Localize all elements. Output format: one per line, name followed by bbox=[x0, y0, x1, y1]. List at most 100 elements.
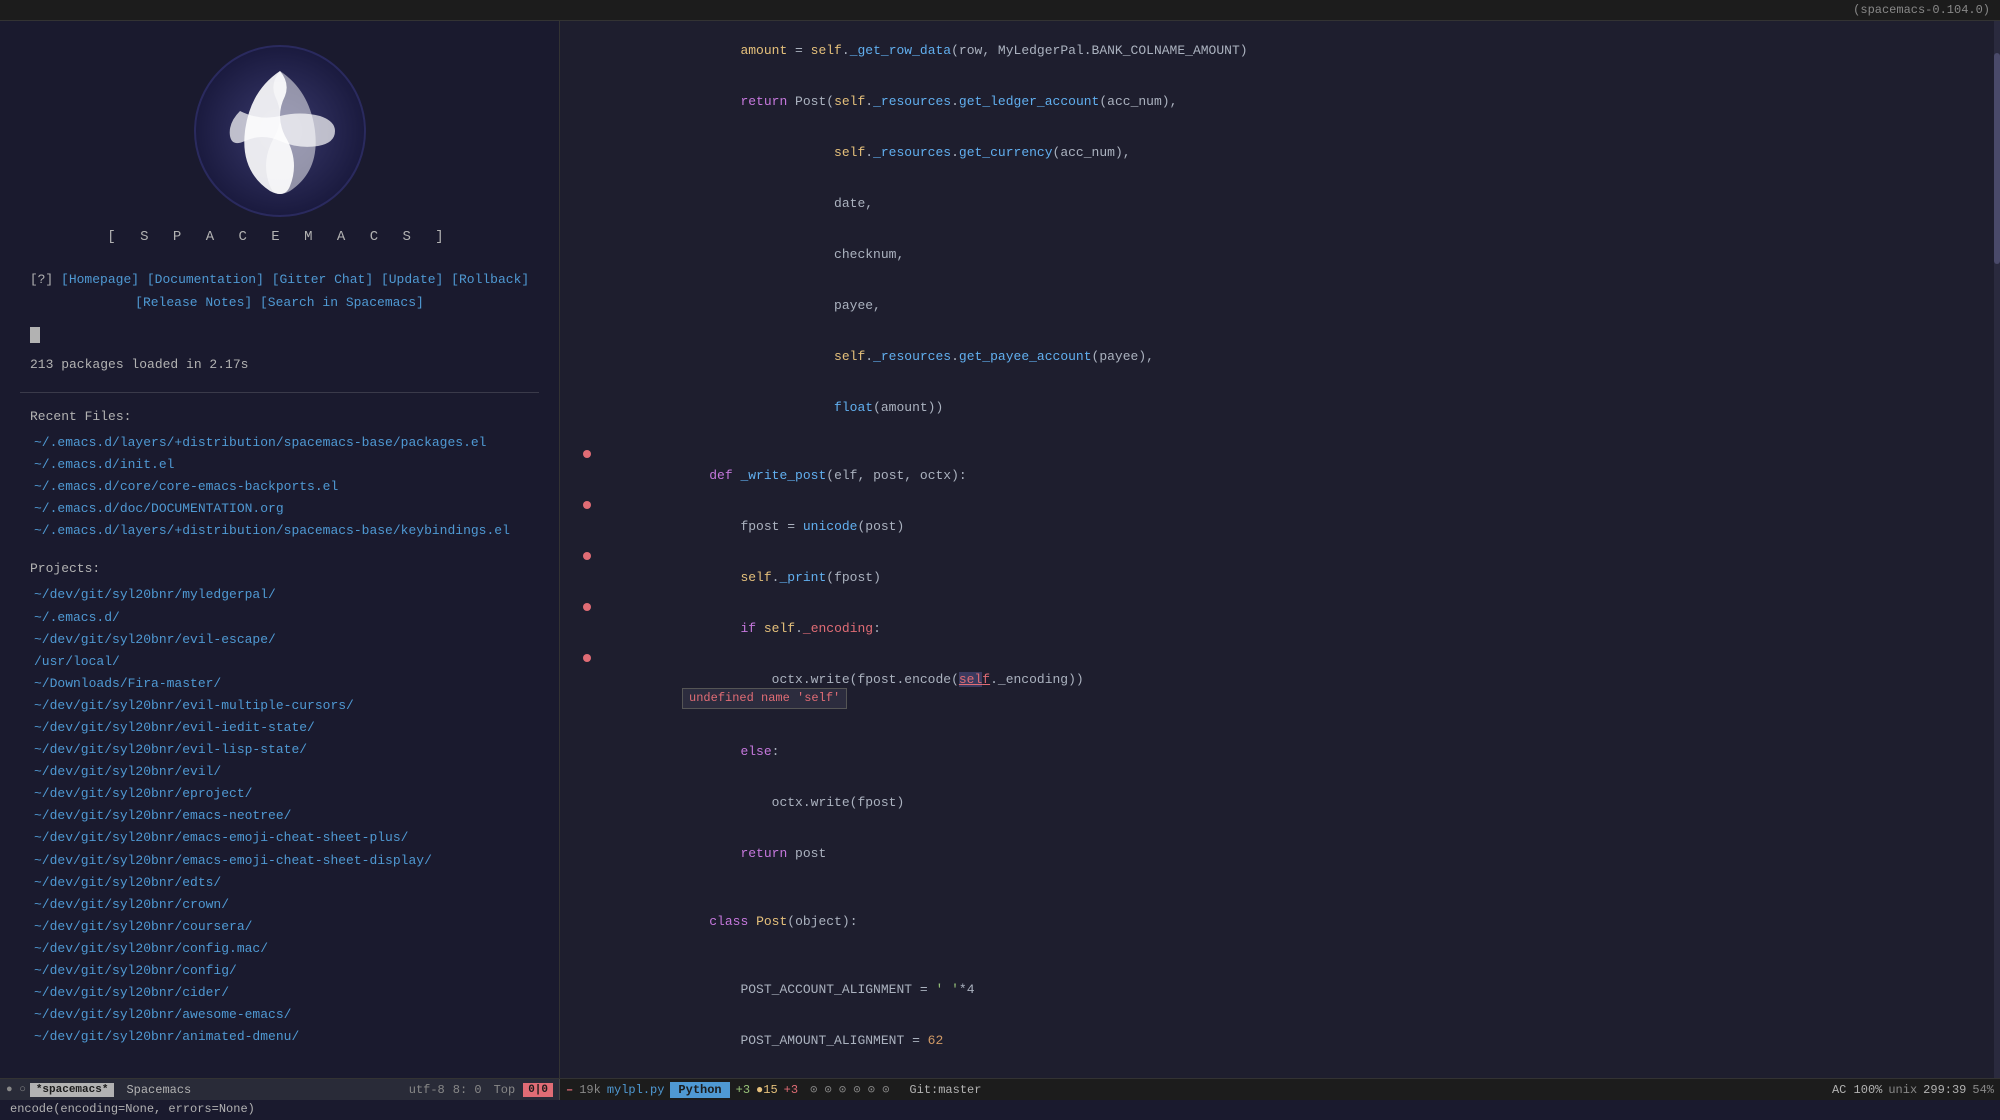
status-minus: – bbox=[566, 1083, 573, 1097]
spacemacs-logo bbox=[190, 41, 370, 221]
project-4[interactable]: /usr/local/ bbox=[30, 651, 529, 673]
code-content: octx.write(fpost) bbox=[600, 777, 1990, 828]
code-line: checknum, bbox=[560, 229, 2000, 280]
scrollbar-thumb[interactable] bbox=[1994, 53, 2000, 264]
projects-title: Projects: bbox=[30, 558, 529, 580]
code-line bbox=[560, 879, 2000, 896]
cursor-block bbox=[30, 327, 40, 343]
project-20[interactable]: ~/dev/git/syl20bnr/awesome-emacs/ bbox=[30, 1004, 529, 1026]
nav-release-notes[interactable]: [Release Notes] bbox=[135, 295, 252, 310]
title-text: (spacemacs-0.104.0) bbox=[1853, 3, 1990, 17]
left-statusbar: ● ○ *spacemacs* Spacemacs utf-8 8: 0 Top… bbox=[0, 1079, 560, 1101]
gutter bbox=[580, 654, 594, 662]
project-6[interactable]: ~/dev/git/syl20bnr/evil-multiple-cursors… bbox=[30, 695, 529, 717]
nav-search[interactable]: [Search in Spacemacs] bbox=[260, 295, 424, 310]
status-dots: ● ○ bbox=[6, 1084, 26, 1096]
project-15[interactable]: ~/dev/git/syl20bnr/crown/ bbox=[30, 894, 529, 916]
project-2[interactable]: ~/.emacs.d/ bbox=[30, 607, 529, 629]
nav-gitter[interactable]: [Gitter Chat] bbox=[272, 272, 373, 287]
project-10[interactable]: ~/dev/git/syl20bnr/eproject/ bbox=[30, 783, 529, 805]
code-content: else: bbox=[600, 726, 1990, 777]
statusbar-wrapper: ● ○ *spacemacs* Spacemacs utf-8 8: 0 Top… bbox=[0, 1079, 2000, 1101]
git-del: +3 bbox=[784, 1083, 798, 1097]
recent-file-4[interactable]: ~/.emacs.d/doc/DOCUMENTATION.org bbox=[30, 498, 529, 520]
code-line: self._resources.get_payee_account(payee)… bbox=[560, 331, 2000, 382]
git-add: +3 bbox=[736, 1083, 750, 1097]
main-area: [ S P A C E M A C S ] [?] [Homepage] [Do… bbox=[0, 21, 2000, 1078]
project-9[interactable]: ~/dev/git/syl20bnr/evil/ bbox=[30, 761, 529, 783]
divider bbox=[20, 392, 539, 393]
scrollbar[interactable] bbox=[1994, 21, 2000, 1078]
code-content: POST_ACCOUNT_ALIGNMENT = ' '*4 bbox=[600, 964, 1990, 1015]
minibuffer: encode(encoding=None, errors=None) bbox=[0, 1100, 2000, 1120]
code-content: fpost = unicode(post) bbox=[600, 501, 1990, 552]
project-8[interactable]: ~/dev/git/syl20bnr/evil-lisp-state/ bbox=[30, 739, 529, 761]
project-7[interactable]: ~/dev/git/syl20bnr/evil-iedit-state/ bbox=[30, 717, 529, 739]
code-content bbox=[600, 433, 1990, 450]
git-branch: Git:master bbox=[901, 1083, 989, 1097]
right-statusbar: – 19k mylpl.py Python +3 ●15 +3 ⊙ ⊙ ⊙ ⊙ … bbox=[560, 1079, 2000, 1101]
spacemacs-label: Spacemacs bbox=[118, 1083, 199, 1097]
project-1[interactable]: ~/dev/git/syl20bnr/myledgerpal/ bbox=[30, 584, 529, 606]
project-18[interactable]: ~/dev/git/syl20bnr/config/ bbox=[30, 960, 529, 982]
mode-indicator: *spacemacs* bbox=[30, 1083, 115, 1097]
project-12[interactable]: ~/dev/git/syl20bnr/emacs-emoji-cheat-she… bbox=[30, 827, 529, 849]
vc-indicator: 0|0 bbox=[523, 1083, 553, 1097]
nav-links: [?] [Homepage] [Documentation] [Gitter C… bbox=[0, 260, 559, 323]
tooltip: undefined name 'self' bbox=[682, 688, 847, 709]
code-content: return post bbox=[600, 828, 1990, 879]
code-area[interactable]: amount = self._get_row_data(row, MyLedge… bbox=[560, 21, 2000, 1078]
right-panel: amount = self._get_row_data(row, MyLedge… bbox=[560, 21, 2000, 1078]
error-dot bbox=[583, 654, 591, 662]
error-dot bbox=[583, 552, 591, 560]
recent-file-1[interactable]: ~/.emacs.d/layers/+distribution/spacemac… bbox=[30, 432, 529, 454]
project-11[interactable]: ~/dev/git/syl20bnr/emacs-neotree/ bbox=[30, 805, 529, 827]
code-line: octx.write(fpost.encode(self._encoding))… bbox=[560, 654, 2000, 726]
code-content: def _write_post(elf, post, octx): bbox=[600, 450, 1990, 501]
code-line: return Post(self._resources.get_ledger_a… bbox=[560, 76, 2000, 127]
gutter bbox=[580, 603, 594, 611]
nav-prefix: [?] bbox=[30, 272, 61, 287]
code-content: self._print(fpost) bbox=[600, 552, 1990, 603]
nav-rollback[interactable]: [Rollback] bbox=[451, 272, 529, 287]
git-mod: ●15 bbox=[756, 1083, 778, 1097]
project-16[interactable]: ~/dev/git/syl20bnr/coursera/ bbox=[30, 916, 529, 938]
logo-area: [ S P A C E M A C S ] bbox=[0, 31, 559, 260]
minibuffer-text: encode(encoding=None, errors=None) bbox=[10, 1102, 255, 1116]
recent-file-5[interactable]: ~/.emacs.d/layers/+distribution/spacemac… bbox=[30, 520, 529, 542]
code-line: return post bbox=[560, 828, 2000, 879]
code-content: POST_AMOUNT_ALIGNMENT = 62 bbox=[600, 1015, 1990, 1066]
project-13[interactable]: ~/dev/git/syl20bnr/emacs-emoji-cheat-she… bbox=[30, 850, 529, 872]
code-line: self._resources.get_currency(acc_num), bbox=[560, 127, 2000, 178]
code-content: float(amount)) bbox=[600, 382, 1990, 433]
statusbar: ● ○ *spacemacs* Spacemacs utf-8 8: 0 Top… bbox=[0, 1078, 2000, 1100]
status-icons: ⊙ ⊙ ⊙ ⊙ ⊙ ⊙ bbox=[804, 1082, 895, 1097]
recent-file-3[interactable]: ~/.emacs.d/core/core-emacs-backports.el bbox=[30, 476, 529, 498]
status-pos-left: 8: 0 bbox=[449, 1083, 486, 1097]
package-info: 213 packages loaded in 2.17s bbox=[0, 351, 559, 387]
nav-update[interactable]: [Update] bbox=[381, 272, 443, 287]
code-content: class Post(object): bbox=[600, 896, 1990, 947]
code-line: amount = self._get_row_data(row, MyLedge… bbox=[560, 25, 2000, 76]
gutter bbox=[580, 501, 594, 509]
recent-file-2[interactable]: ~/.emacs.d/init.el bbox=[30, 454, 529, 476]
code-line: octx.write(fpost) bbox=[560, 777, 2000, 828]
project-19[interactable]: ~/dev/git/syl20bnr/cider/ bbox=[30, 982, 529, 1004]
project-5[interactable]: ~/Downloads/Fira-master/ bbox=[30, 673, 529, 695]
project-14[interactable]: ~/dev/git/syl20bnr/edts/ bbox=[30, 872, 529, 894]
project-21[interactable]: ~/dev/git/syl20bnr/animated-dmenu/ bbox=[30, 1026, 529, 1048]
gutter bbox=[580, 552, 594, 560]
title-bar: (spacemacs-0.104.0) bbox=[0, 0, 2000, 21]
project-17[interactable]: ~/dev/git/syl20bnr/config.mac/ bbox=[30, 938, 529, 960]
filename: mylpl.py bbox=[607, 1083, 665, 1097]
code-line: if self._encoding: bbox=[560, 603, 2000, 654]
nav-documentation[interactable]: [Documentation] bbox=[147, 272, 264, 287]
unix-label: unix bbox=[1888, 1083, 1917, 1097]
status-top: Top bbox=[490, 1083, 520, 1097]
code-content: amount = self._get_row_data(row, MyLedge… bbox=[600, 25, 1990, 76]
code-line: date, bbox=[560, 178, 2000, 229]
nav-homepage[interactable]: [Homepage] bbox=[61, 272, 139, 287]
code-content bbox=[600, 947, 1990, 964]
project-3[interactable]: ~/dev/git/syl20bnr/evil-escape/ bbox=[30, 629, 529, 651]
code-line: self._print(fpost) bbox=[560, 552, 2000, 603]
